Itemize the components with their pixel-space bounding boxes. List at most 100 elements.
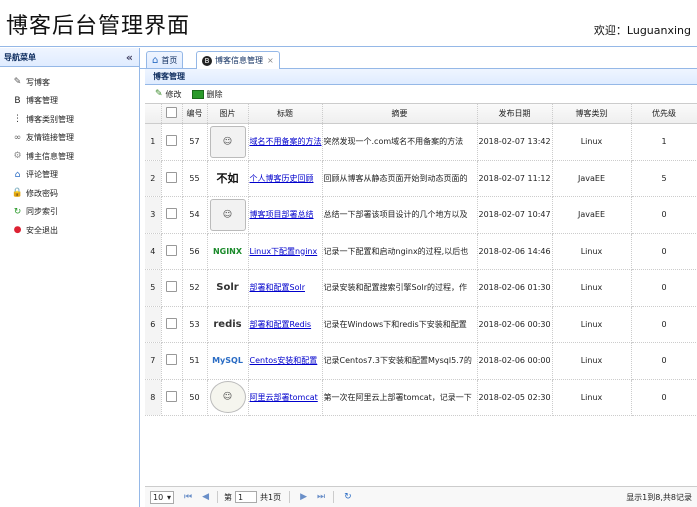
column-header[interactable]: 发布日期 — [477, 104, 553, 124]
sidebar-item[interactable]: B 博客管理 — [0, 92, 139, 111]
table-row[interactable]: 1 57 ☺ 域名不用备案的方法 突然发现一个.com域名不用备案的方法 2018-02-… — [145, 123, 697, 161]
blog-category: Linux — [552, 123, 632, 161]
row-checkbox[interactable] — [161, 269, 183, 307]
table-row[interactable]: 5 52 Solr 部署和配置Solr 记录安装和配置搜索引擎Solr的过程，作 2018… — [145, 269, 697, 307]
table-row[interactable]: 2 55 不如 个人博客历史回顾 回顾从博客从静态页面开始到动态页面的 2018-02-0… — [145, 160, 697, 197]
column-header[interactable]: 标题 — [248, 104, 323, 124]
blog-summary: 回顾从博客从静态页面开始到动态页面的 — [322, 160, 478, 197]
row-checkbox[interactable] — [161, 233, 183, 270]
divider — [333, 491, 335, 503]
row-checkbox[interactable] — [161, 379, 183, 416]
blog-title[interactable]: 部署和配置Redis — [248, 306, 323, 343]
column-header[interactable]: 摘要 — [322, 104, 478, 124]
delete-label: 删除 — [206, 89, 223, 99]
row-checkbox[interactable] — [161, 160, 183, 197]
blog-summary: 突然发现一个.com域名不用备案的方法 — [322, 123, 478, 161]
blog-summary: 记录一下配置和启动nginx的过程,以后也 — [322, 233, 478, 270]
sidebar-item[interactable]: ✎ 写博客 — [0, 73, 139, 92]
menu-icon: ⚙ — [13, 151, 22, 162]
row-checkbox[interactable] — [161, 306, 183, 343]
priority: 0 — [631, 233, 697, 270]
page-size-select[interactable]: 10 ▾ — [150, 490, 174, 504]
close-icon[interactable]: × — [267, 56, 274, 65]
welcome-text: 欢迎：Luguanxing — [593, 24, 691, 37]
home-icon: ⌂ — [152, 54, 159, 66]
last-page-icon[interactable]: ⏭ — [317, 492, 325, 502]
collapse-icon[interactable]: « — [126, 51, 133, 64]
sidebar-item[interactable]: ⚙ 博主信息管理 — [0, 147, 139, 166]
row-number: 6 — [145, 306, 162, 343]
nginx-icon: NGINX — [212, 246, 243, 256]
blog-title[interactable]: 阿里云部署tomcat — [248, 379, 323, 416]
priority: 5 — [631, 160, 697, 197]
table-row[interactable]: 4 56 NGINX Linux下配置nginx 记录一下配置和启动nginx的过程,以… — [145, 233, 697, 270]
column-header[interactable]: 博客类别 — [552, 104, 632, 124]
delete-icon — [191, 89, 204, 99]
chevron-down-icon: ▾ — [166, 492, 171, 502]
first-page-icon[interactable]: ⏮ — [184, 492, 192, 502]
blog-id: 50 — [182, 379, 208, 416]
table-row[interactable]: 6 53 redis 部署和配置Redis 记录在Windows下和redis下安装和配… — [145, 306, 697, 343]
publish-date: 2018-02-07 10:47 — [477, 196, 553, 234]
blog-id: 51 — [182, 342, 208, 380]
sidebar-item[interactable]: ⌂ 评论管理 — [0, 166, 139, 185]
edit-button[interactable]: ✎ 修改 — [155, 89, 182, 100]
table-row[interactable]: 3 54 ☺ 博客项目部署总结 总结一下部署该项目设计的几个地方以及 2018-02-07… — [145, 196, 697, 234]
blog-id: 55 — [182, 160, 208, 197]
blog-thumbnail: ☺ — [207, 379, 249, 416]
table-row[interactable]: 7 51 MySQL Centos安装和配置 记录Centos7.3下安装和配置Mysq… — [145, 342, 697, 380]
column-header[interactable]: 优先级 — [631, 104, 697, 124]
blog-summary: 总结一下部署该项目设计的几个地方以及 — [322, 196, 478, 234]
column-header[interactable]: 编号 — [182, 104, 208, 124]
refresh-icon[interactable]: ↻ — [344, 492, 352, 502]
select-all-checkbox[interactable] — [161, 104, 183, 124]
blog-category: JavaEE — [552, 160, 632, 197]
blog-summary: 记录Centos7.3下安装和配置Mysql5.7的 — [322, 342, 478, 380]
menu-icon: 🔒 — [11, 188, 24, 199]
blog-title[interactable]: Linux下配置nginx — [248, 233, 323, 270]
tab-blog-manage[interactable]: B 博客信息管理 × — [196, 51, 280, 69]
prev-page-icon[interactable]: ◀ — [202, 492, 209, 502]
blog-title[interactable]: 部署和配置Solr — [248, 269, 323, 307]
sidebar-item[interactable]: 🔒 修改密码 — [0, 184, 139, 203]
row-number: 3 — [145, 196, 162, 234]
row-checkbox[interactable] — [161, 342, 183, 380]
meme2-icon: ☺ — [209, 381, 246, 414]
blog-title[interactable]: 域名不用备案的方法 — [248, 123, 323, 161]
sidebar-item[interactable]: ● 安全退出 — [0, 221, 139, 240]
row-number: 4 — [145, 233, 162, 270]
page-size-value: 10 — [153, 492, 164, 502]
sidebar-item[interactable]: ∞ 友情链接管理 — [0, 129, 139, 148]
page-number-input[interactable]: 1 — [235, 491, 258, 503]
blog-id: 56 — [182, 233, 208, 270]
sidebar-item[interactable]: ↻ 同步索引 — [0, 203, 139, 222]
table-row[interactable]: 8 50 ☺ 阿里云部署tomcat 第一次在阿里云上部署tomcat，记录一下 2018… — [145, 379, 697, 416]
tab-home[interactable]: ⌂ 首页 — [146, 51, 184, 68]
page-total: 共1页 — [260, 492, 282, 502]
row-number: 5 — [145, 269, 162, 307]
table-header-row: 编号 图片 标题 摘要 发布日期 博客类别 优先级 — [145, 104, 697, 124]
panel-title: 博客管理 — [145, 69, 697, 85]
column-header[interactable]: 图片 — [207, 104, 249, 124]
app-title: 博客后台管理界面 — [6, 14, 191, 39]
next-page-icon[interactable]: ▶ — [300, 492, 307, 502]
row-checkbox[interactable] — [161, 123, 183, 161]
page-prefix: 第 — [224, 492, 233, 502]
sidebar-item[interactable]: ⋮ 博客类别管理 — [0, 110, 139, 129]
blog-summary: 记录在Windows下和redis下安装和配置 — [322, 306, 478, 343]
mysql-icon: MySQL — [212, 356, 243, 366]
blog-title[interactable]: Centos安装和配置 — [248, 342, 323, 380]
main-area: ⌂ 首页 B 博客信息管理 × 博客管理 ✎ 修改 删除 编号 图片 标题 摘要… — [140, 48, 697, 507]
row-number: 1 — [145, 123, 162, 161]
row-checkbox[interactable] — [161, 196, 183, 234]
blog-thumbnail: NGINX — [207, 233, 249, 270]
blog-category: Linux — [552, 342, 632, 380]
sidebar-item-label: 写博客 — [26, 77, 50, 87]
blog-title[interactable]: 博客项目部署总结 — [248, 196, 323, 234]
blog-thumbnail: MySQL — [207, 342, 249, 380]
row-number-header — [145, 104, 162, 124]
blog-category: Linux — [552, 306, 632, 343]
blog-title[interactable]: 个人博客历史回顾 — [248, 160, 323, 197]
blog-thumbnail: ☺ — [207, 123, 249, 161]
delete-button[interactable]: 删除 — [191, 89, 223, 100]
